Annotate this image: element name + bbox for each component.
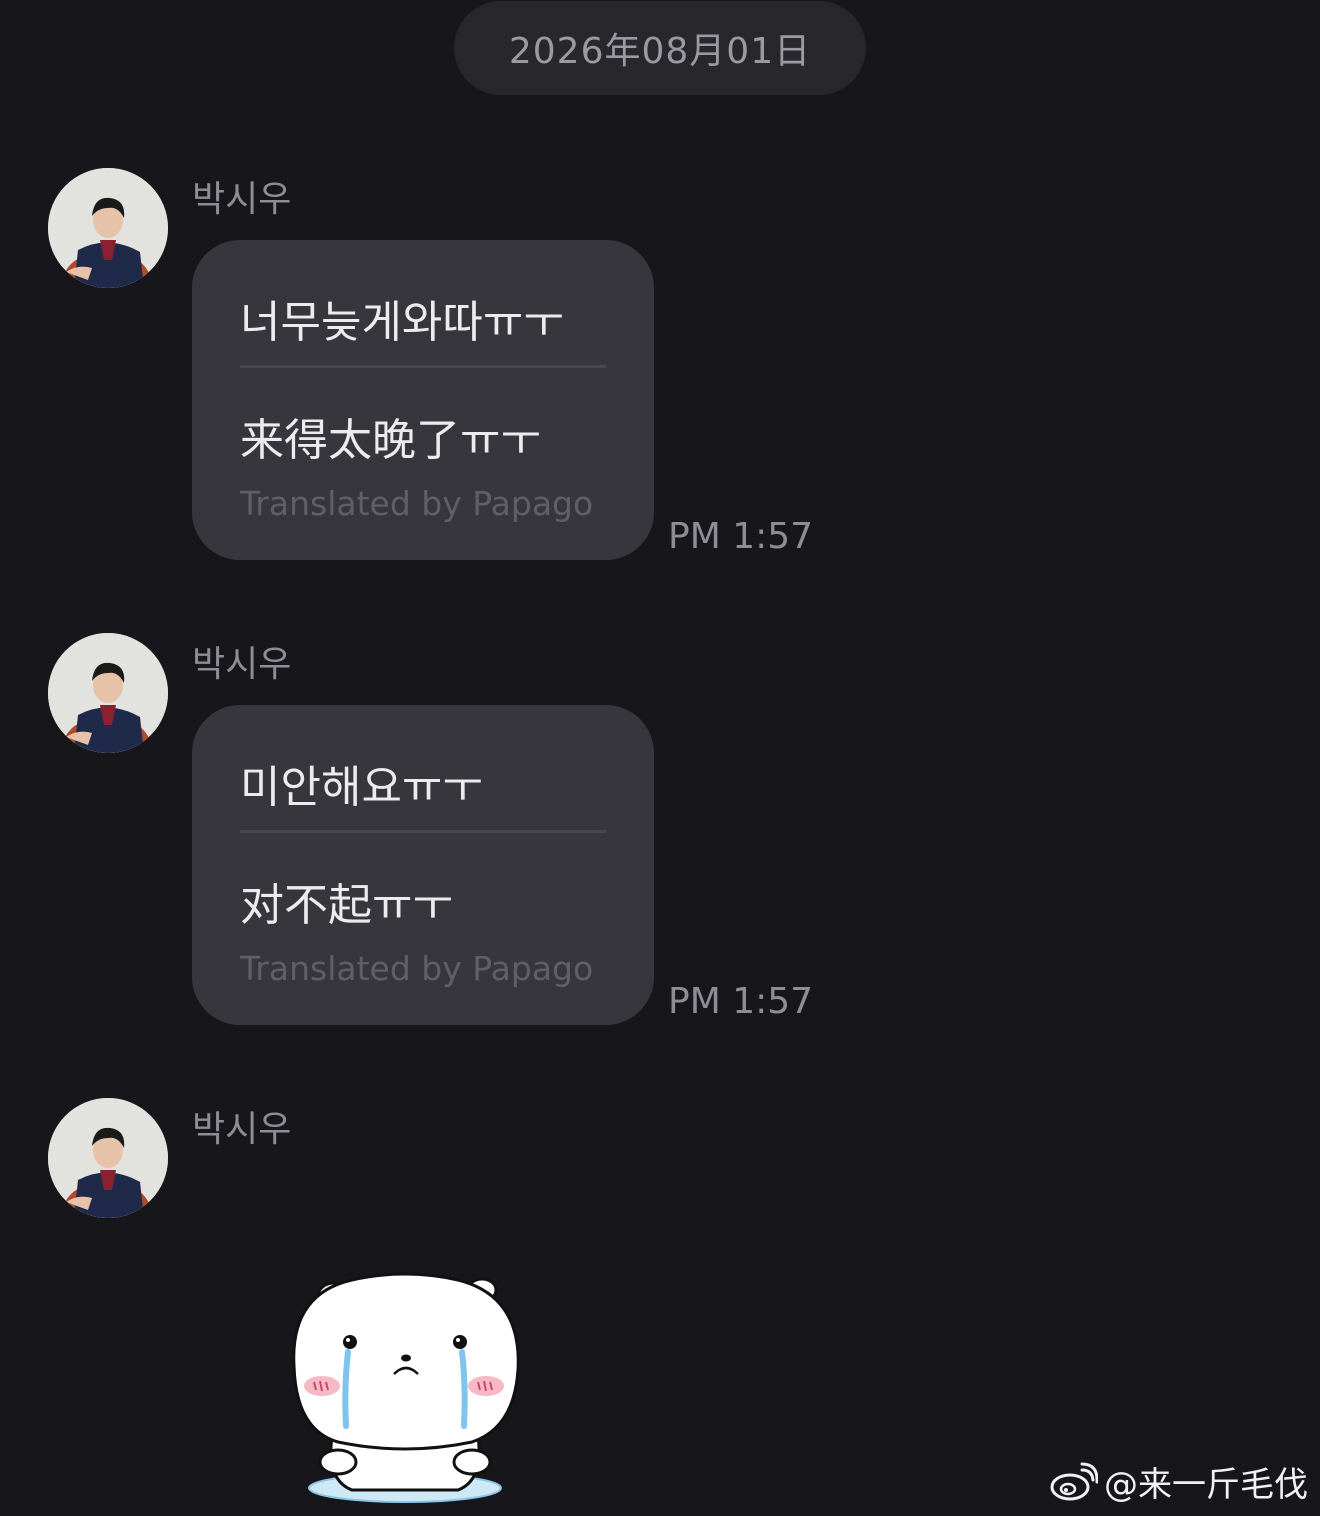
weibo-icon [1050,1462,1098,1500]
avatar-photo [48,168,168,288]
translation-credit: Translated by Papago [240,484,594,523]
message-original-text: 미안해요ㅠㅜ [240,762,483,813]
date-label: 2026年08月01日 [508,31,812,72]
message-bubble[interactable]: 너무늦게와따ㅠㅜ 来得太晚了ㅠㅜ Translated by Papago [192,240,654,560]
message-timestamp: PM 1:57 [668,981,814,1022]
sender-avatar[interactable] [48,633,168,753]
sender-name: 박시우 [192,1109,292,1150]
crying-bear-icon [292,1272,520,1503]
message-original-text: 너무늦게와따ㅠㅜ [240,297,564,348]
translation-credit: Translated by Papago [240,949,594,988]
avatar-photo [48,1098,168,1218]
message-timestamp: PM 1:57 [668,516,814,557]
avatar-photo [48,633,168,753]
message-translation-text: 对不起ㅠㅜ [240,880,453,931]
watermark-text: @来一斤毛伐 [1104,1465,1308,1505]
sender-avatar[interactable] [48,1098,168,1218]
translation-divider [240,830,606,833]
crying-bear-sticker[interactable] [282,1266,528,1512]
sender-avatar[interactable] [48,168,168,288]
translation-divider [240,365,606,368]
message-bubble[interactable]: 미안해요ㅠㅜ 对不起ㅠㅜ Translated by Papago [192,705,654,1025]
message-translation-text: 来得太晚了ㅠㅜ [240,415,541,466]
date-separator: 2026年08月01日 [454,1,866,95]
watermark: @来一斤毛伐 [1050,1457,1308,1506]
sender-name: 박시우 [192,179,292,220]
sender-name: 박시우 [192,644,292,685]
